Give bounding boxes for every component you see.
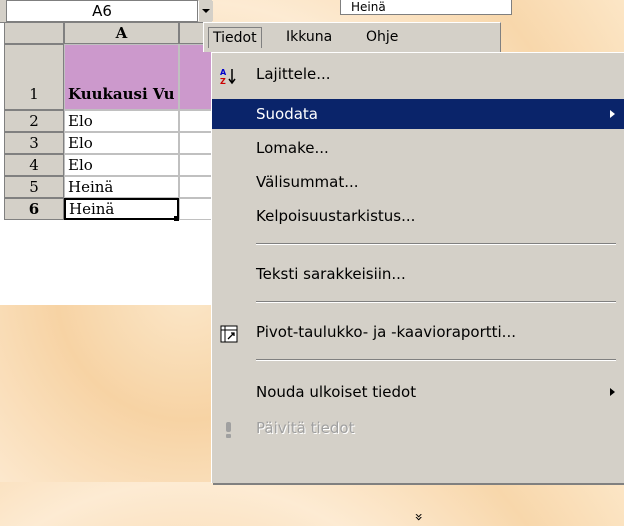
menu-item-valisummat-label: Välisummat...: [256, 173, 359, 191]
menu-ohje-label: Ohje: [366, 29, 399, 45]
cell-a5[interactable]: Heinä: [64, 176, 179, 198]
menu-item-pivot[interactable]: Pivot-taulukko- ja -kaavioraportti...: [212, 317, 624, 347]
cell-b6[interactable]: [179, 198, 212, 220]
expand-chevron-label: »: [410, 512, 427, 522]
cell-b1[interactable]: [179, 44, 212, 110]
menu-ohje[interactable]: Ohje: [362, 27, 402, 47]
submenu-arrow-icon: [610, 388, 615, 396]
menu-item-kelpoisuustarkistus-label: Kelpoisuustarkistus...: [256, 207, 416, 225]
svg-text:A: A: [220, 68, 227, 77]
menu-item-lomake-label: Lomake...: [256, 139, 329, 157]
refresh-exclamation-icon: [220, 419, 238, 438]
menu-item-teksti-sarakkeisiin[interactable]: Teksti sarakkeisiin...: [212, 259, 624, 289]
menu-separator: [256, 301, 616, 303]
menu-item-valisummat[interactable]: Välisummat...: [212, 167, 624, 197]
menu-ikkuna-label: Ikkuna: [286, 29, 333, 45]
formula-bar[interactable]: Heinä: [340, 0, 512, 15]
menu-item-lajittele-label: Lajittele...: [256, 65, 331, 83]
pivot-table-icon: [220, 323, 238, 343]
name-box[interactable]: A6: [6, 0, 198, 22]
cell-a1[interactable]: Kuukausi Vu: [64, 44, 179, 110]
cell-a3[interactable]: Elo: [64, 132, 179, 154]
menu-item-suodata[interactable]: Suodata: [212, 99, 624, 129]
menu-item-suodata-label: Suodata: [256, 105, 318, 123]
cell-b5[interactable]: [179, 176, 212, 198]
column-header-a[interactable]: A: [64, 22, 179, 44]
row-header-1[interactable]: 1: [4, 44, 64, 110]
fill-handle[interactable]: [174, 216, 179, 221]
menu-ikkuna[interactable]: Ikkuna: [282, 27, 336, 47]
menu-bar: Tiedot Ikkuna Ohje: [203, 22, 501, 52]
select-all-corner[interactable]: [4, 22, 64, 44]
spreadsheet: A6 A 1 Kuukausi Vu 2 Elo 3 Elo 4 Elo 5 H…: [0, 0, 213, 305]
menu-item-pivot-label: Pivot-taulukko- ja -kaavioraportti...: [256, 323, 516, 341]
cell-a2[interactable]: Elo: [64, 110, 179, 132]
submenu-arrow-icon: [610, 110, 615, 118]
row-header-3[interactable]: 3: [4, 132, 64, 154]
sort-ascending-icon: A Z: [220, 65, 238, 86]
svg-text:Z: Z: [220, 77, 226, 85]
row-header-4[interactable]: 4: [4, 154, 64, 176]
menu-tiedot[interactable]: Tiedot: [208, 27, 262, 48]
menu-item-nouda[interactable]: Nouda ulkoiset tiedot: [212, 377, 624, 407]
row-header-5[interactable]: 5: [4, 176, 64, 198]
menu-item-nouda-label: Nouda ulkoiset tiedot: [256, 383, 417, 401]
menu-separator: [256, 243, 616, 245]
cell-a6[interactable]: Heinä: [64, 198, 179, 220]
expand-menu-chevron-icon[interactable]: »: [212, 508, 624, 526]
cell-a4[interactable]: Elo: [64, 154, 179, 176]
name-box-dropdown-icon[interactable]: [198, 1, 213, 21]
menu-separator: [256, 359, 616, 361]
cell-b3[interactable]: [179, 132, 212, 154]
menu-item-lomake[interactable]: Lomake...: [212, 133, 624, 163]
row-header-6[interactable]: 6: [4, 198, 64, 220]
menu-item-teksti-label: Teksti sarakkeisiin...: [256, 265, 406, 283]
menu-item-paivita-label: Päivitä tiedot: [256, 419, 355, 437]
formula-bar-row: A6: [0, 0, 213, 23]
menu-item-paivita: Päivitä tiedot: [212, 413, 624, 443]
cell-b4[interactable]: [179, 154, 212, 176]
row-header-2[interactable]: 2: [4, 110, 64, 132]
cell-b2[interactable]: [179, 110, 212, 132]
menu-item-lajittele[interactable]: A Z Lajittele...: [212, 59, 624, 89]
menu-tiedot-label: Tiedot: [213, 30, 257, 46]
tiedot-dropdown-menu: A Z Lajittele... Suodata Lomake... Välis…: [211, 52, 624, 521]
menu-item-kelpoisuustarkistus[interactable]: Kelpoisuustarkistus...: [212, 201, 624, 231]
